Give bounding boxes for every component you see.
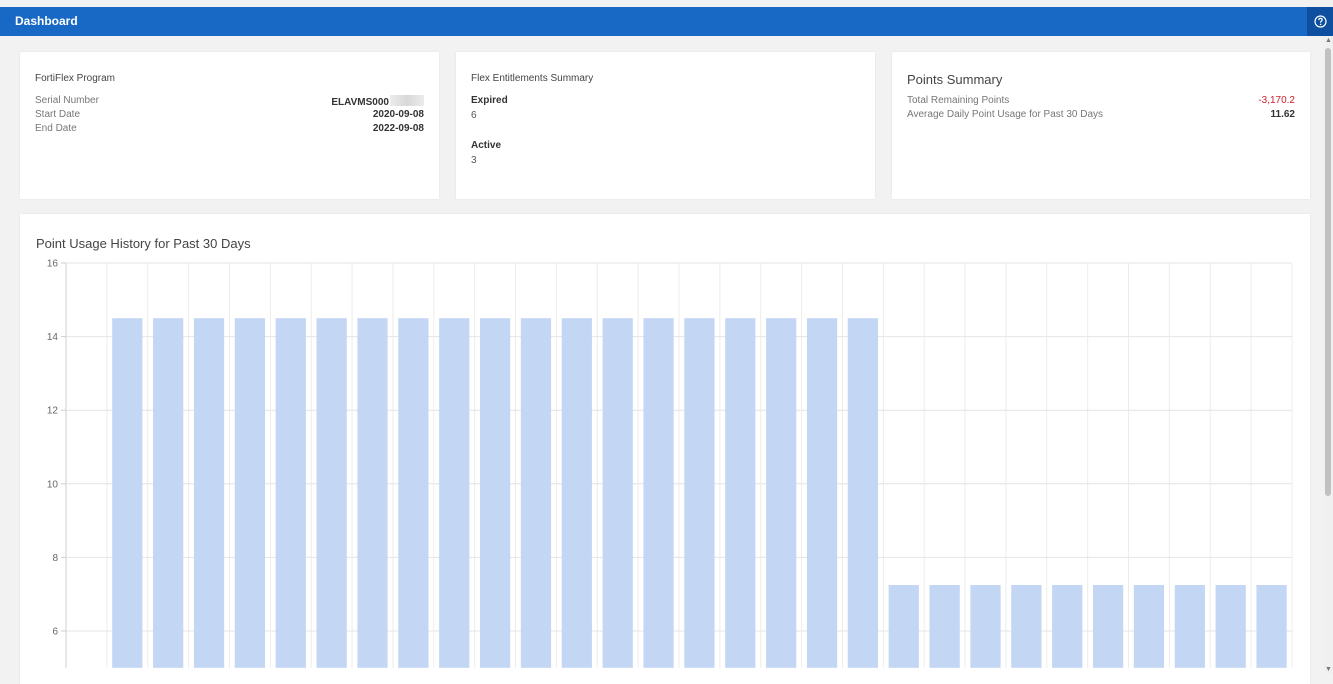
top-bar: Dashboard <box>0 7 1333 36</box>
program-card-title: FortiFlex Program <box>35 73 116 84</box>
chart-bar[interactable] <box>1256 585 1287 668</box>
avg-daily-usage-label: Average Daily Point Usage for Past 30 Da… <box>907 109 1104 120</box>
chart-bar[interactable] <box>316 318 347 668</box>
chart-bar[interactable] <box>153 318 184 668</box>
remaining-points-row: Total Remaining Points -3,170.2 <box>907 95 1295 107</box>
chart-bar[interactable] <box>234 318 266 668</box>
point-usage-chart: 6 8 10 12 14 16 <box>47 259 1293 668</box>
y-tick-label: 10 <box>47 479 59 490</box>
chart-bar[interactable] <box>398 318 429 668</box>
start-date-value: 2020-09-08 <box>372 109 424 120</box>
y-tick-label: 6 <box>52 627 58 638</box>
entitlements-card-title: Flex Entitlements Summary <box>471 73 594 84</box>
chart-bar[interactable] <box>847 318 879 668</box>
help-button[interactable] <box>1307 7 1333 36</box>
chart-bar[interactable] <box>1092 585 1124 668</box>
chart-bar[interactable] <box>970 585 1001 668</box>
chart-bar[interactable] <box>1133 585 1165 668</box>
chart-bar[interactable] <box>643 318 674 668</box>
serial-number-value: ELAVMS000 <box>331 95 424 109</box>
expired-label: Expired <box>471 95 508 106</box>
chart-bar[interactable] <box>684 318 715 668</box>
scrollbar-thumb[interactable] <box>1325 48 1331 496</box>
chart-bar[interactable] <box>602 318 633 668</box>
points-card-title: Points Summary <box>907 72 1003 87</box>
chart-bar[interactable] <box>275 318 306 668</box>
help-circle-icon <box>1313 15 1327 28</box>
scroll-down-icon[interactable]: ▼ <box>1325 666 1332 673</box>
chart-bar[interactable] <box>766 318 797 668</box>
chart-bar[interactable] <box>193 318 225 668</box>
start-date-row: Start Date 2020-09-08 <box>35 109 424 121</box>
chart-bar[interactable] <box>1215 585 1246 668</box>
remaining-points-label: Total Remaining Points <box>907 95 1010 106</box>
end-date-row: End Date 2022-09-08 <box>35 123 424 135</box>
chart-bar[interactable] <box>806 318 838 668</box>
y-tick-label: 14 <box>47 332 59 343</box>
chart-bar[interactable] <box>357 318 388 668</box>
expired-value[interactable]: 6 <box>471 110 477 121</box>
flex-entitlements-card: Flex Entitlements Summary Expired 6 Acti… <box>456 52 875 199</box>
end-date-label: End Date <box>35 123 77 134</box>
chart-bar[interactable] <box>520 318 552 668</box>
fortiflex-program-card: FortiFlex Program Serial Number ELAVMS00… <box>20 52 439 199</box>
avg-daily-usage-value: 11.62 <box>1270 109 1295 120</box>
point-usage-chart-card: Point Usage History for Past 30 Days 681… <box>20 214 1310 684</box>
y-tick-label: 12 <box>47 406 59 417</box>
vertical-scrollbar[interactable]: ▲ ▼ <box>1324 36 1333 674</box>
serial-number-row: Serial Number ELAVMS000 <box>35 95 424 109</box>
start-date-label: Start Date <box>35 109 81 120</box>
chart-bar[interactable] <box>112 318 143 668</box>
avg-daily-usage-row: Average Daily Point Usage for Past 30 Da… <box>907 109 1295 121</box>
active-label: Active <box>471 140 502 151</box>
scroll-up-icon[interactable]: ▲ <box>1325 37 1332 44</box>
remaining-points-value: -3,170.2 <box>1258 95 1295 106</box>
chart-bar[interactable] <box>725 318 756 668</box>
redaction-mask <box>390 95 424 106</box>
chart-bar[interactable] <box>1174 585 1205 668</box>
chart-bar[interactable] <box>561 318 592 668</box>
page-title: Dashboard <box>15 14 78 28</box>
chart-bar[interactable] <box>1052 585 1083 668</box>
chart-bar[interactable] <box>1011 585 1042 668</box>
serial-number-label: Serial Number <box>35 95 99 106</box>
end-date-value: 2022-09-08 <box>372 123 424 134</box>
y-tick-label: 16 <box>47 259 59 270</box>
chart-bar[interactable] <box>929 585 960 668</box>
chart-bar[interactable] <box>479 318 511 668</box>
chart-bar[interactable] <box>439 318 470 668</box>
y-tick-label: 8 <box>52 553 58 564</box>
chart-bar[interactable] <box>888 585 919 668</box>
points-summary-card: Points Summary Total Remaining Points -3… <box>892 52 1310 199</box>
active-value[interactable]: 3 <box>471 155 477 166</box>
